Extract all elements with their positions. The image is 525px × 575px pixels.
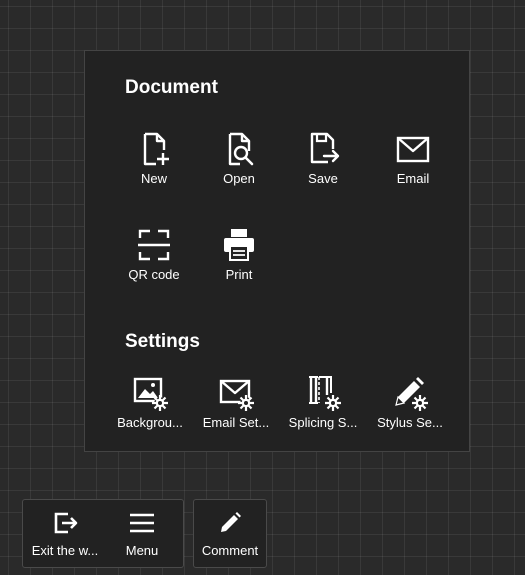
qr-code-icon	[138, 229, 170, 261]
printer-icon	[224, 229, 254, 261]
settings-section-title: Settings	[125, 331, 200, 352]
bottom-toolbar-main: Exit the w... Menu	[22, 499, 184, 568]
stylus-settings-button[interactable]: Stylus Se...	[370, 373, 450, 430]
bottom-toolbar-comment: Comment	[193, 499, 267, 568]
splicing-settings-label: Splicing S...	[288, 415, 358, 430]
background-settings-icon	[133, 377, 168, 411]
email-icon	[396, 136, 430, 163]
menu-icon	[130, 513, 154, 533]
new-file-icon	[143, 132, 169, 166]
email-button[interactable]: Email	[373, 129, 453, 186]
background-settings-label: Backgrou...	[117, 415, 183, 430]
open-button[interactable]: Open	[199, 129, 279, 186]
menu-panel: Document New Open Save Email QR code Pri…	[84, 50, 470, 452]
open-label: Open	[223, 171, 255, 186]
pen-icon	[221, 512, 241, 532]
email-settings-icon	[219, 379, 254, 411]
exit-icon	[54, 512, 78, 534]
menu-button[interactable]: Menu	[107, 500, 177, 567]
email-label: Email	[396, 171, 430, 186]
exit-label: Exit the w...	[31, 543, 99, 558]
email-settings-button[interactable]: Email Set...	[196, 373, 276, 430]
stylus-settings-label: Stylus Se...	[377, 415, 443, 430]
stylus-settings-icon	[395, 377, 428, 411]
print-label: Print	[225, 267, 253, 282]
exit-button[interactable]: Exit the w...	[27, 500, 103, 567]
document-section-title: Document	[125, 77, 218, 98]
splicing-settings-icon	[309, 376, 341, 411]
qr-code-button[interactable]: QR code	[114, 225, 194, 282]
splicing-settings-button[interactable]: Splicing S...	[283, 373, 363, 430]
menu-label: Menu	[125, 543, 159, 558]
new-button[interactable]: New	[114, 129, 194, 186]
print-button[interactable]: Print	[199, 225, 279, 282]
save-file-icon	[310, 132, 340, 164]
save-label: Save	[308, 171, 338, 186]
save-button[interactable]: Save	[283, 129, 363, 186]
email-settings-label: Email Set...	[202, 415, 270, 430]
comment-label: Comment	[201, 543, 259, 558]
qr-code-label: QR code	[128, 267, 180, 282]
background-settings-button[interactable]: Backgrou...	[110, 373, 190, 430]
comment-button[interactable]: Comment	[194, 500, 266, 567]
new-label: New	[140, 171, 167, 186]
open-file-icon	[228, 132, 254, 166]
